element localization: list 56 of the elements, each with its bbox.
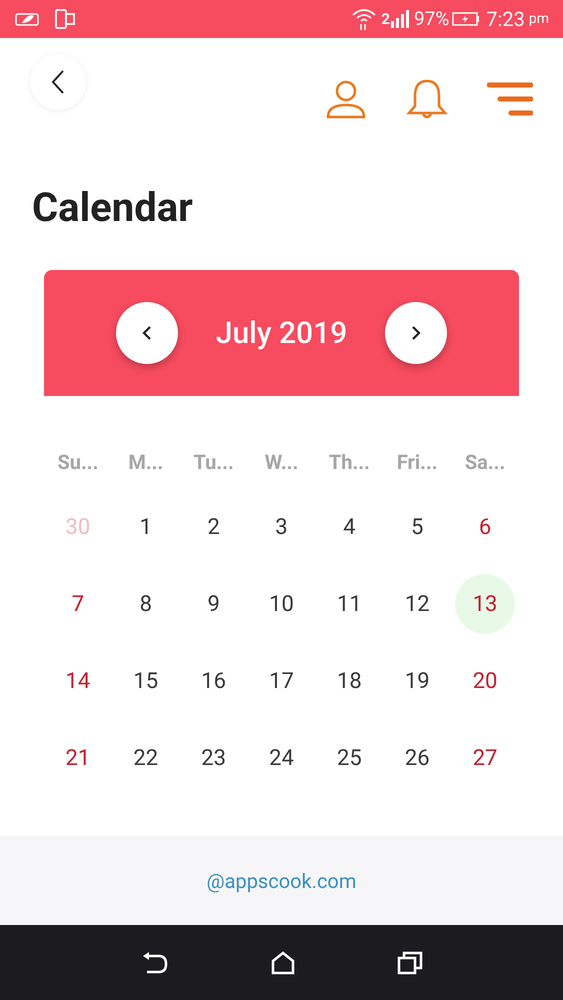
wifi-icon [351,7,378,31]
home-button[interactable] [270,950,296,974]
day-cell[interactable]: 7 [48,574,108,634]
back-nav-button[interactable] [140,950,168,974]
day-cell[interactable]: 17 [251,651,312,711]
day-cell[interactable]: 2 [184,497,244,557]
battery-saver-icon [14,11,42,27]
day-cell[interactable]: 15 [116,651,176,711]
day-cell[interactable]: 27 [455,728,516,788]
day-cell[interactable]: 5 [387,497,448,557]
network-type: 2 [381,8,390,30]
weekday-label: Fri... [396,449,439,476]
day-cell[interactable]: 19 [387,651,448,711]
previous-month-button[interactable] [116,302,178,364]
day-cell[interactable]: 13 [455,574,516,634]
month-label: July 2019 [216,314,348,352]
day-cell[interactable]: 6 [455,497,516,557]
day-cell[interactable]: 11 [319,574,380,634]
back-icon [51,69,65,95]
battery-charging-icon [452,11,480,27]
weekday-label: M... [127,449,164,476]
day-cell[interactable]: 25 [319,728,380,788]
day-cell[interactable]: 22 [116,728,176,788]
clock-period: pm [528,10,549,28]
day-cell[interactable]: 18 [319,651,380,711]
next-month-button[interactable] [385,302,448,364]
menu-button[interactable] [487,82,533,116]
weekday-label: W... [264,449,300,476]
day-cell[interactable]: 20 [455,651,516,711]
day-cell[interactable]: 4 [319,497,380,557]
day-cell[interactable]: 16 [184,651,244,711]
day-cell[interactable]: 9 [184,574,244,634]
weekday-label: Tu... [192,449,235,476]
weekday-label: Su... [56,449,100,476]
day-cell[interactable]: 14 [48,651,108,711]
phone-icon [54,8,76,30]
day-cell[interactable]: 23 [184,728,244,788]
day-cell[interactable]: 26 [387,728,448,788]
clock-time: 7:23 [486,6,525,33]
profile-button[interactable] [325,79,367,119]
recent-apps-button[interactable] [396,950,422,974]
day-cell[interactable]: 21 [48,728,108,788]
weekday-label: Th... [328,449,371,476]
chevron-left-icon [142,325,152,341]
day-cell[interactable]: 8 [116,574,176,634]
day-cell[interactable]: 12 [387,574,448,634]
notifications-button[interactable] [405,78,449,120]
chevron-right-icon [411,325,422,341]
battery-percent: 97% [414,6,450,32]
day-cell[interactable]: 1 [116,497,176,557]
day-cell[interactable]: 24 [251,728,312,788]
weekday-label: Sa... [464,449,506,476]
day-cell[interactable]: 10 [251,574,312,634]
page-title: Calendar [31,183,194,233]
day-cell[interactable]: 3 [251,497,312,557]
signal-icon [390,9,410,29]
